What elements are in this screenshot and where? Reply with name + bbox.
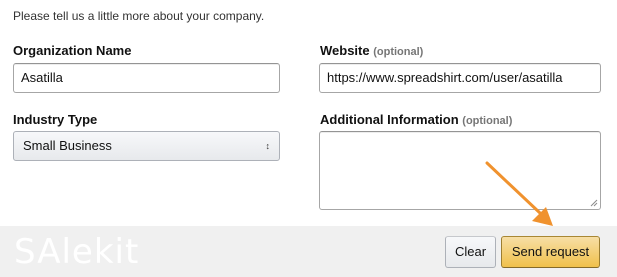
send-request-button[interactable]: Send request [501, 236, 600, 268]
industry-type-label: Industry Type [13, 112, 97, 127]
intro-text: Please tell us a little more about your … [13, 9, 265, 23]
industry-type-select[interactable]: Small Business ↕ [13, 131, 280, 161]
industry-type-label-text: Industry Type [13, 112, 98, 127]
organization-name-label: Organization Name [13, 43, 131, 58]
additional-info-optional-tag: (optional) [462, 115, 513, 127]
additional-info-label: Additional Information (optional) [320, 112, 512, 127]
watermark-logo: SAlekit [14, 232, 140, 272]
organization-name-value: Asatilla [21, 70, 63, 85]
select-caret-icon: ↕ [265, 141, 271, 151]
resize-grip-icon[interactable] [590, 199, 598, 207]
additional-info-label-text: Additional Information [320, 112, 459, 127]
website-value: https://www.spreadshirt.com/user/asatill… [327, 70, 563, 85]
clear-button[interactable]: Clear [445, 236, 496, 268]
additional-info-textarea[interactable] [319, 131, 601, 210]
website-input[interactable]: https://www.spreadshirt.com/user/asatill… [319, 63, 601, 93]
industry-type-selected: Small Business [23, 138, 112, 153]
organization-name-label-text: Organization Name [13, 43, 132, 58]
website-label-text: Website [320, 43, 370, 58]
organization-name-input[interactable]: Asatilla [13, 63, 280, 93]
website-label: Website (optional) [320, 43, 423, 58]
website-optional-tag: (optional) [373, 46, 424, 58]
